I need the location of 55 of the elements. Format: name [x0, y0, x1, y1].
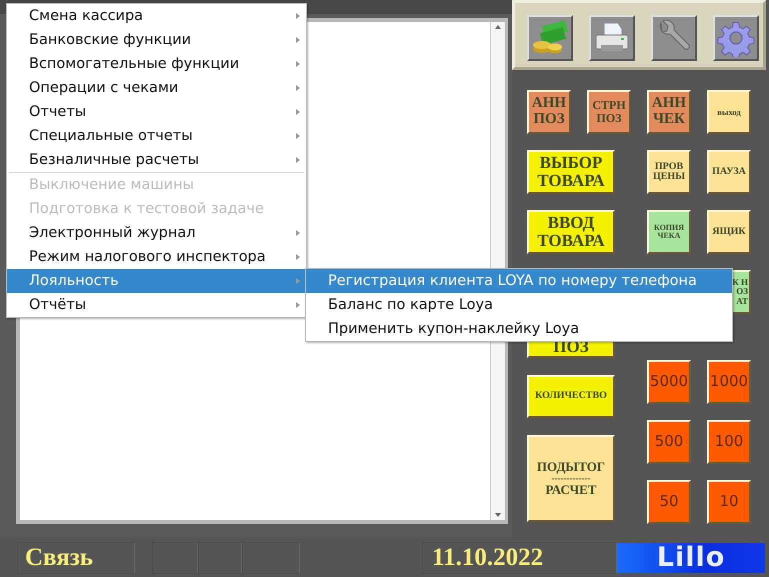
keypad-key[interactable]: ВВОД ТОВАРА: [527, 210, 615, 254]
keypad-key[interactable]: АНН ПОЗ: [527, 90, 571, 134]
submenu-arrow-icon: [296, 230, 300, 236]
keypad-key[interactable]: ПРОВ ЦЕНЫ: [647, 150, 691, 194]
submenu-arrow-icon: [296, 302, 300, 308]
submenu-arrow-icon: [296, 157, 300, 163]
submenu-arrow-icon: [296, 278, 300, 284]
keypad-key[interactable]: 1000: [707, 360, 751, 404]
keypad-key[interactable]: ПАУЗА: [707, 150, 751, 194]
keypad-key[interactable]: выход: [707, 90, 751, 134]
connection-status: Связь: [17, 542, 135, 574]
menu-item[interactable]: Смена кассира: [7, 4, 306, 28]
menu-item[interactable]: Применить купон-наклейку Loya: [306, 317, 732, 341]
submenu-arrow-icon: [296, 85, 300, 91]
keypad-key[interactable]: АНН ЧЕК: [647, 90, 691, 134]
menu-item[interactable]: Электронный журнал: [7, 221, 306, 245]
keypad-key[interactable]: К Н ОЗ АТ: [732, 270, 751, 314]
submenu-arrow-icon: [296, 109, 300, 115]
logo: Lillo: [617, 542, 765, 572]
keypad-key[interactable]: 50: [647, 480, 691, 524]
keypad-key[interactable]: 10: [707, 480, 751, 524]
keypad-key[interactable]: 100: [707, 420, 751, 464]
menu-item[interactable]: Отчеты: [7, 100, 306, 124]
submenu-arrow-icon: [296, 254, 300, 260]
keypad-key[interactable]: ПОДЫТОГ ------------- РАСЧЕТ: [527, 435, 615, 522]
menu-item[interactable]: Банковские функции: [7, 28, 306, 52]
menu-item[interactable]: Баланс по карте Loya: [306, 293, 732, 317]
menu-item[interactable]: Лояльность: [7, 269, 306, 293]
settings-icon: [717, 19, 755, 57]
submenu-arrow-icon: [296, 13, 300, 19]
printer-toolbar-button[interactable]: [589, 15, 635, 61]
menu-item[interactable]: Операции с чеками: [7, 76, 306, 100]
submenu-arrow-icon: [296, 37, 300, 43]
money-toolbar-button[interactable]: [527, 15, 573, 61]
menu-item[interactable]: Регистрация клиента LOYA по номеру телефона: [306, 269, 732, 293]
menu-item[interactable]: Отчёты: [7, 293, 306, 317]
submenu-arrow-icon: [296, 61, 300, 67]
keypad-key[interactable]: КОЛИЧЕСТВО: [527, 375, 615, 418]
keypad-key[interactable]: ЯЩИК: [707, 210, 751, 254]
menu-item[interactable]: Специальные отчеты: [7, 124, 306, 148]
menu-item[interactable]: Режим налогового инспектора: [7, 245, 306, 269]
keypad-key[interactable]: 500: [647, 420, 691, 464]
keypad-key[interactable]: 5000: [647, 360, 691, 404]
date-display: 11.10.2022: [422, 542, 617, 574]
submenu-arrow-icon: [296, 133, 300, 139]
menu-item[interactable]: Вспомогательные функции: [7, 52, 306, 76]
wrench-toolbar-button[interactable]: [651, 15, 697, 61]
keypad-key[interactable]: КОПИЯ ЧЕКА: [647, 210, 691, 254]
keypad-key[interactable]: ВЫБОР ТОВАРА: [527, 150, 615, 194]
menu-item[interactable]: Безналичные расчеты: [7, 148, 306, 172]
settings-toolbar-button[interactable]: [713, 15, 759, 61]
status-panel: [242, 542, 300, 574]
status-panel: [152, 542, 198, 574]
keypad-key[interactable]: СТРН ПОЗ: [587, 90, 631, 134]
status-panel: [198, 542, 242, 574]
